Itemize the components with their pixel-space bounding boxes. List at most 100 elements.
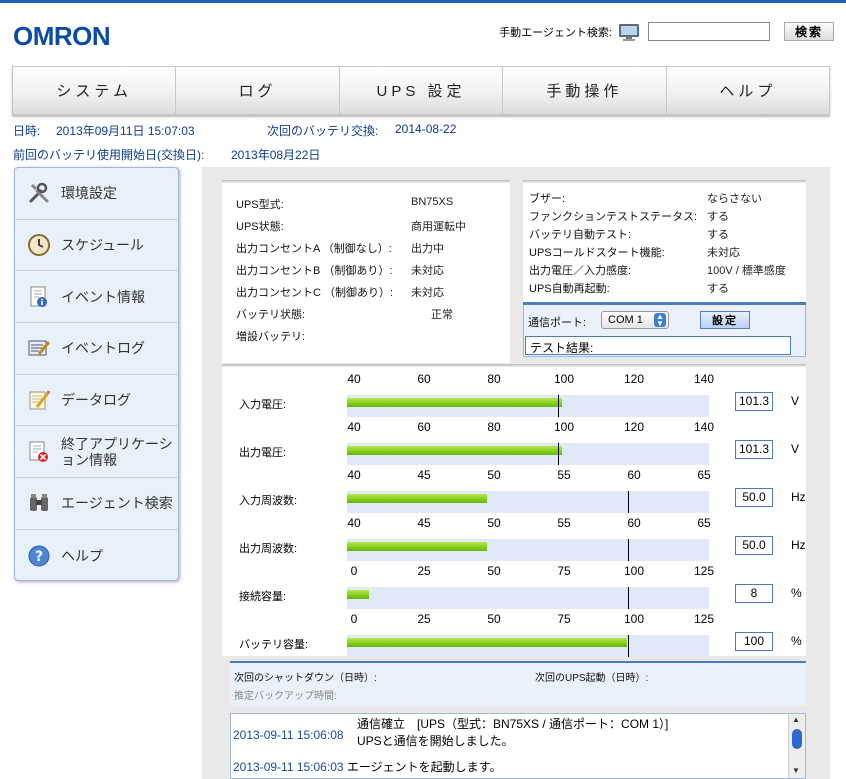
cold-start-label: UPSコールドスタート機能: <box>529 247 665 259</box>
app-close-icon <box>29 441 48 462</box>
gauge-tick-label: 100 <box>553 372 575 386</box>
gauge-row: 出力電圧: 40 60 80 100 120 140 101.3 V <box>202 420 806 468</box>
gauge-tick-label: 100 <box>623 564 645 578</box>
buzzer-value: ならさない <box>707 193 762 205</box>
gauge-row: 入力電圧: 40 60 80 100 120 140 101.3 V <box>202 372 806 420</box>
panel-divider <box>222 180 510 183</box>
gauge-marker <box>558 443 559 465</box>
sidebar-item-label: ヘルプ <box>61 547 103 564</box>
sidebar-item-event-log[interactable]: イベントログ <box>15 323 178 375</box>
top-accent-line <box>0 0 846 3</box>
sidebar-item-event-info[interactable]: イベント情報 <box>15 271 178 324</box>
svg-text:?: ? <box>35 549 43 565</box>
gauge-tick-label: 40 <box>347 516 361 530</box>
gauge-fill <box>347 590 370 599</box>
sidebar-item-label: データログ <box>61 392 131 409</box>
gauge-unit: % <box>791 586 802 600</box>
scroll-down-icon[interactable]: ▼ <box>792 766 800 775</box>
buzzer-label: ブザー: <box>529 193 566 205</box>
sidebar-item-label: イベント情報 <box>61 288 145 305</box>
ups-state-label: UPS状態: <box>236 221 284 233</box>
sidebar-item-label: 環境設定 <box>61 185 117 202</box>
battery-state-value: 正常 <box>431 309 453 321</box>
output-voltage-sensitivity-label: 出力電圧／入力感度: <box>529 265 632 277</box>
gauge-unit: V <box>791 442 800 456</box>
log-scrollbar[interactable]: ▲ ▼ <box>788 714 805 778</box>
gauge-tick-label: 25 <box>417 612 431 626</box>
gauge-tick-label: 65 <box>697 468 711 482</box>
gauge-track <box>347 443 709 465</box>
sidebar-item-help[interactable]: ? ヘルプ <box>15 530 178 580</box>
function-test-value: する <box>707 211 729 223</box>
gauge-unit: V <box>791 394 800 408</box>
next-battery-label: 次回のバッテリ交換: <box>267 124 379 138</box>
log-entry: 2013-09-11 15:06:03 エージェントを起動します。 <box>233 758 501 775</box>
sidebar: 環境設定 スケジュール イベント情報 イベントログ データログ 終了アプリケーシ… <box>14 167 179 581</box>
comm-port-select[interactable]: COM 1 ▲ ▼ <box>601 311 669 329</box>
gauge-tick-label: 50 <box>487 516 501 530</box>
gauge-value: 8 <box>735 584 773 603</box>
gauge-name: 入力電圧: <box>239 399 287 411</box>
gauge-unit: % <box>791 634 802 648</box>
set-button[interactable]: 設定 <box>700 311 750 329</box>
gauge-fill <box>347 494 487 503</box>
sidebar-item-settings[interactable]: 環境設定 <box>15 168 178 220</box>
tab-ups-settings[interactable]: UPS 設定 <box>340 67 504 114</box>
next-startup-label: 次回のUPS起動（日時）: <box>535 673 649 684</box>
monitor-icon <box>618 23 639 41</box>
gauge-tick-label: 80 <box>487 420 501 434</box>
gauge-row: 接続容量: 0 25 50 75 100 125 8% <box>202 564 806 612</box>
sidebar-item-label: イベントログ <box>61 340 145 357</box>
sidebar-item-exit-app-info[interactable]: 終了アプリケーション情報 <box>15 426 178 479</box>
gauge-value: 101.3 <box>735 440 773 459</box>
agent-search-bar: 手動エージェント検索: 検索 <box>499 22 834 41</box>
sidebar-item-data-log[interactable]: データログ <box>15 375 178 427</box>
gauge-tick-label: 45 <box>417 468 431 482</box>
sidebar-item-agent-search[interactable]: エージェント検索 <box>15 478 178 530</box>
gauge-track <box>347 539 709 561</box>
search-button[interactable]: 検索 <box>783 22 834 41</box>
gauge-row: バッテリ容量: 0 25 50 75 100 125 100% <box>202 612 806 660</box>
tab-log[interactable]: ログ <box>176 67 340 114</box>
comm-port-box: 通信ポート: COM 1 ▲ ▼ 設定 テスト結果: <box>523 302 806 357</box>
gauge-name: 出力周波数: <box>239 543 298 555</box>
battery-auto-test-value: する <box>707 229 729 241</box>
scroll-thumb[interactable] <box>792 729 802 749</box>
gauge-unit: Hz <box>791 490 806 504</box>
gauge-name: 接続容量: <box>239 591 287 603</box>
gauge-tick-label: 60 <box>417 420 431 434</box>
outlet-a-value: 出力中 <box>411 243 444 255</box>
sidebar-item-schedule[interactable]: スケジュール <box>15 220 178 272</box>
extra-battery-label: 増設バッテリ: <box>236 331 306 343</box>
tab-system[interactable]: システム <box>13 67 177 114</box>
event-log-list[interactable]: 2013-09-11 15:06:08 通信確立 [UPS（型式：BN75XS … <box>230 713 806 779</box>
cold-start-value: 未対応 <box>707 247 740 259</box>
agent-search-input[interactable] <box>647 22 770 41</box>
clock-icon <box>28 234 50 257</box>
next-shutdown-label: 次回のシャットダウン（日時）: <box>234 673 377 684</box>
scroll-up-icon[interactable]: ▲ <box>792 715 800 724</box>
gauge-track <box>347 635 709 657</box>
gauge-tick-label: 50 <box>487 564 501 578</box>
battery-start-label: 前回のバッテリ使用開始日(交換日): <box>13 148 205 162</box>
battery-start-value: 2013年08月22日 <box>231 148 321 162</box>
gauge-marker <box>628 539 629 561</box>
sidebar-item-label: 終了アプリケーション情報 <box>61 435 173 468</box>
battery-state-label: バッテリ状態: <box>236 309 306 321</box>
comm-port-label: 通信ポート: <box>528 317 587 329</box>
tab-help[interactable]: ヘルプ <box>667 67 829 114</box>
tab-manual-operation[interactable]: 手動操作 <box>503 67 667 114</box>
gauge-fill <box>347 542 487 551</box>
comm-box-accent <box>523 302 806 305</box>
info-document-icon <box>30 286 47 307</box>
log-timestamp: 2013-09-11 15:06:03 <box>233 760 344 774</box>
function-test-label: ファンクションテストステータス: <box>529 211 698 223</box>
gauge-name: 入力周波数: <box>239 495 298 507</box>
log-message: エージェントを起動します。 <box>346 760 502 774</box>
ups-state-value: 商用運転中 <box>411 221 466 233</box>
gauge-tick-label: 125 <box>693 612 715 626</box>
gauge-name: バッテリ容量: <box>239 639 309 651</box>
panel-divider <box>523 180 806 183</box>
ups-model-value: BN75XS <box>411 196 454 208</box>
gauge-tick-label: 100 <box>623 612 645 626</box>
